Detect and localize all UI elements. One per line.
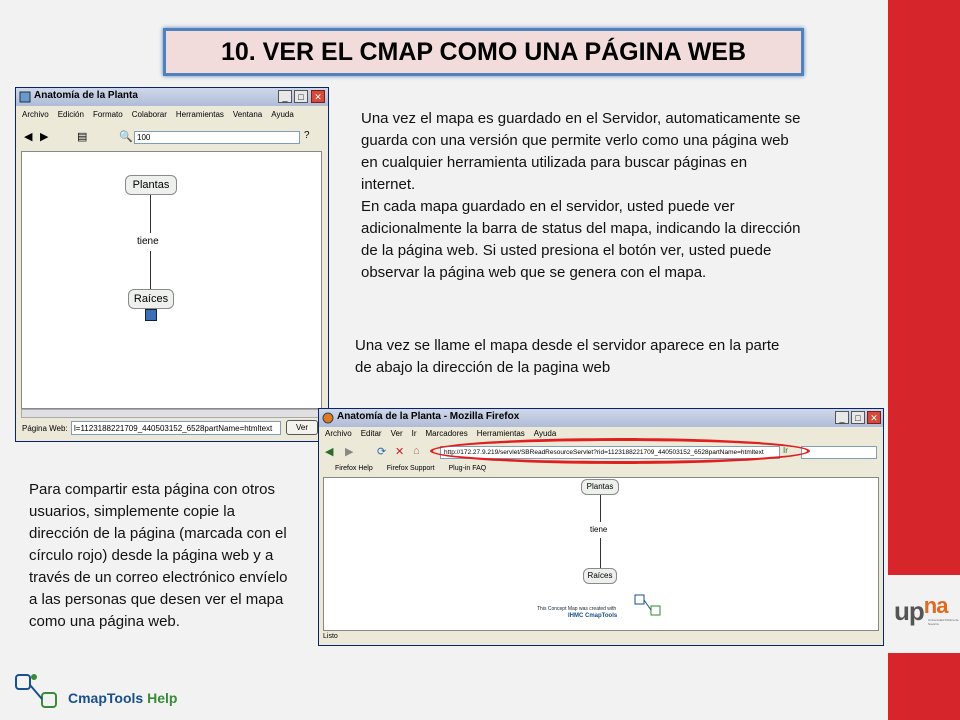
menu-ayuda[interactable]: Ayuda (271, 110, 294, 119)
paragraph-share: Para compartir esta página con otros usu… (29, 481, 288, 630)
browser-title: Anatomía de la Planta - Mozilla Firefox (337, 411, 520, 422)
menu-marcadores[interactable]: Marcadores (426, 429, 468, 438)
maximize-button[interactable]: □ (294, 90, 308, 103)
browser-titlebar: Anatomía de la Planta - Mozilla Firefox … (319, 409, 883, 427)
zoom-select[interactable]: 100 (134, 131, 300, 144)
bookmark-firefox-help[interactable]: Firefox Help (335, 465, 373, 472)
upna-subtitle: Universidad Pública de Navarra (928, 618, 959, 626)
reload-icon[interactable]: ⟳ (377, 445, 386, 458)
menu-archivo[interactable]: Archivo (22, 110, 49, 119)
menu-ayuda[interactable]: Ayuda (534, 429, 557, 438)
cmap-window-title: Anatomía de la Planta (34, 90, 138, 101)
paragraph-server-save: Una vez el mapa es guardado en el Servid… (361, 110, 801, 193)
forward-icon[interactable]: ▶ (345, 445, 353, 458)
back-icon[interactable]: ◀ (325, 445, 333, 458)
browser-minimize-button[interactable]: _ (835, 411, 849, 424)
back-arrow-icon[interactable]: ◀ (24, 130, 32, 143)
cmaptools-help-logo-icon (15, 674, 57, 708)
paragraph-status-bar: En cada mapa guardado en el servidor, us… (361, 198, 801, 281)
menu-colaborar[interactable]: Colaborar (132, 110, 167, 119)
cmap-toolbar: ◀ ▶ ▤ 🔍 100 ? (22, 130, 318, 146)
cmaptools-logo-icon (634, 594, 661, 616)
close-button[interactable]: ✕ (311, 90, 325, 103)
menu-ventana[interactable]: Ventana (233, 110, 262, 119)
browser-status: Listo (323, 633, 338, 640)
link-line-bottom (150, 251, 151, 289)
resource-icon[interactable] (145, 309, 157, 321)
web-page-url-field[interactable]: l=1123188221709_440503152_6528partName=h… (71, 421, 281, 435)
concept-node-raices[interactable]: Raíces (128, 289, 174, 309)
menu-ir[interactable]: Ir (412, 429, 417, 438)
firefox-icon (322, 412, 334, 424)
menu-herramientas[interactable]: Herramientas (477, 429, 525, 438)
forward-arrow-icon[interactable]: ▶ (40, 130, 48, 143)
created-with-text: This Concept Map was created with (537, 606, 617, 612)
concept-node-plantas[interactable]: Plantas (581, 479, 619, 495)
cmap-app-icon (19, 91, 31, 103)
link-line-top (150, 195, 151, 233)
help-icon[interactable]: ? (304, 130, 310, 141)
cmap-menubar: Archivo Edición Formato Colaborar Herramient… (22, 110, 328, 124)
cmap-canvas[interactable]: Plantas tiene Raíces (21, 151, 322, 409)
menu-herramientas[interactable]: Herramientas (176, 110, 224, 119)
link-label-tiene[interactable]: tiene (590, 525, 607, 534)
menu-ver[interactable]: Ver (391, 429, 403, 438)
search-field[interactable] (801, 446, 877, 459)
stop-icon[interactable]: ✕ (395, 445, 404, 458)
concept-node-plantas[interactable]: Plantas (125, 175, 177, 195)
title-box: 10. VER EL CMAP COMO UNA PÁGINA WEB (163, 28, 804, 76)
menu-edicion[interactable]: Edición (58, 110, 84, 119)
url-highlight-circle (430, 438, 810, 464)
bookmarks-bar: Firefox Help Firefox Support Plug-in FAQ (323, 465, 879, 477)
link-line-bottom (600, 538, 601, 568)
cmap-window: Anatomía de la Planta _ □ ✕ Archivo Edici… (15, 87, 329, 442)
zoom-icon[interactable]: 🔍 (119, 130, 133, 143)
page-title: 10. VER EL CMAP COMO UNA PÁGINA WEB (220, 38, 747, 66)
horizontal-scrollbar[interactable] (21, 409, 322, 418)
menu-archivo[interactable]: Archivo (325, 429, 352, 438)
view-button[interactable]: Ver (286, 420, 318, 435)
bookmark-firefox-support[interactable]: Firefox Support (387, 465, 435, 472)
menu-formato[interactable]: Formato (93, 110, 123, 119)
minimize-button[interactable]: _ (278, 90, 292, 103)
cmaptools-credit: IHMC CmapTools (568, 613, 618, 619)
page-view-icon[interactable]: ▤ (77, 130, 87, 143)
web-page-label: Página Web: (22, 424, 68, 433)
browser-close-button[interactable]: ✕ (867, 411, 881, 424)
link-label-tiene[interactable]: tiene (137, 236, 159, 247)
concept-node-raices[interactable]: Raíces (583, 568, 617, 584)
menu-editar[interactable]: Editar (361, 429, 382, 438)
paragraph-server-call: Una vez se llame el mapa desde el servid… (355, 337, 780, 376)
cmap-window-titlebar: Anatomía de la Planta _ □ ✕ (16, 88, 328, 106)
link-line-top (600, 495, 601, 522)
cmaptools-help-logo: CmapTools Help (68, 690, 178, 706)
browser-content[interactable]: Plantas tiene Raíces This Concept Map wa… (323, 477, 879, 631)
bookmark-plugin-faq[interactable]: Plug-in FAQ (449, 465, 487, 472)
browser-maximize-button[interactable]: □ (851, 411, 865, 424)
home-icon[interactable]: ⌂ (413, 445, 420, 457)
